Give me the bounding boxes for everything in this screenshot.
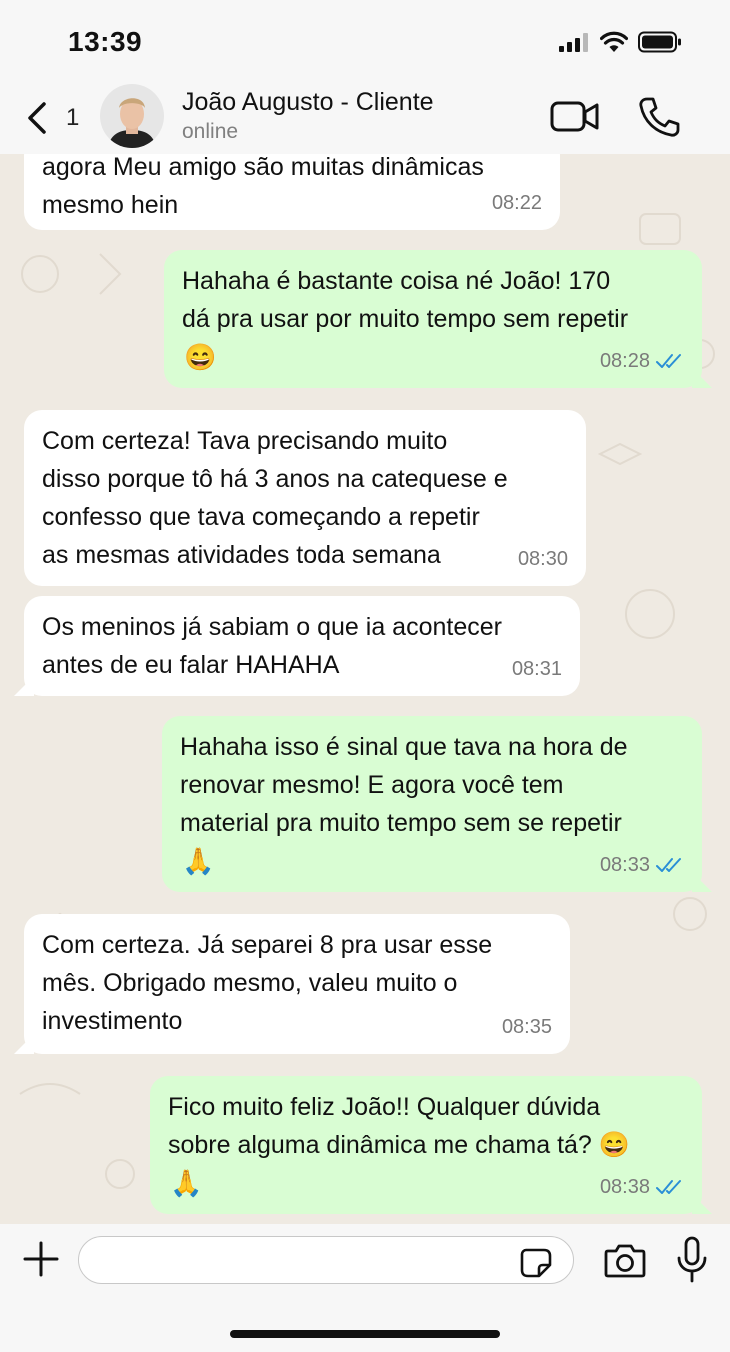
cellular-signal-icon bbox=[559, 33, 588, 52]
message-text: Hahaha é bastante coisa né João! 170 dá … bbox=[182, 267, 629, 333]
folded-hands-emoji: 🙏 bbox=[170, 1168, 203, 1198]
message-list[interactable]: agora Meu amigo são muitas dinâmicas mes… bbox=[0, 154, 730, 1224]
status-icons bbox=[558, 30, 682, 54]
bubble-tail bbox=[14, 1034, 34, 1054]
status-bar: 13:39 bbox=[0, 0, 730, 80]
message-time: 08:30 bbox=[517, 548, 568, 570]
bubble-tail bbox=[692, 1194, 712, 1214]
message-text: agora Meu amigo são muitas dinâmicas mes… bbox=[42, 154, 484, 219]
contact-name[interactable]: João Augusto - Cliente bbox=[182, 88, 434, 117]
chat-header: 1 João Augusto - Cliente online bbox=[0, 80, 730, 155]
message-bubble-outgoing[interactable]: Fico muito feliz João!! Qualquer dúvida … bbox=[150, 1076, 712, 1214]
message-meta: 08:22 bbox=[492, 184, 542, 222]
video-call-icon[interactable] bbox=[550, 100, 600, 134]
message-meta: 08:30 bbox=[518, 540, 568, 578]
status-time: 13:39 bbox=[68, 26, 143, 57]
message-time: 08:31 bbox=[511, 658, 562, 680]
grinning-emoji: 😄 bbox=[184, 342, 217, 372]
home-indicator bbox=[230, 1330, 500, 1338]
message-meta: 08:31 bbox=[512, 650, 562, 688]
wifi-icon bbox=[600, 31, 628, 52]
message-bubble-incoming[interactable]: agora Meu amigo são muitas dinâmicas mes… bbox=[24, 154, 560, 230]
message-time: 08:35 bbox=[501, 1016, 552, 1038]
read-double-check-icon bbox=[656, 858, 681, 872]
bubble-tail bbox=[692, 872, 712, 892]
read-double-check-icon bbox=[656, 1180, 681, 1194]
message-time: 08:28 bbox=[599, 350, 650, 372]
message-meta: 08:28 bbox=[600, 342, 684, 380]
message-text: Os meninos já sabiam o que ia acontecer … bbox=[42, 613, 502, 679]
folded-hands-emoji: 🙏 bbox=[182, 846, 215, 876]
battery-icon bbox=[638, 31, 681, 53]
message-bubble-outgoing[interactable]: Hahaha isso é sinal que tava na hora de … bbox=[162, 716, 712, 892]
message-text: Hahaha isso é sinal que tava na hora de … bbox=[180, 733, 628, 837]
unread-count[interactable]: 1 bbox=[66, 104, 79, 132]
message-bubble-incoming[interactable]: Com certeza. Já separei 8 pra usar esse … bbox=[14, 914, 570, 1054]
back-chevron-icon[interactable] bbox=[22, 98, 56, 138]
message-bubble-incoming[interactable]: Com certeza! Tava precisando muito disso… bbox=[24, 410, 586, 586]
message-bubble-outgoing[interactable]: Hahaha é bastante coisa né João! 170 dá … bbox=[164, 250, 712, 388]
camera-icon[interactable] bbox=[604, 1242, 646, 1278]
bubble-tail bbox=[14, 676, 34, 696]
message-text: Fico muito feliz João!! Qualquer dúvida … bbox=[168, 1093, 630, 1159]
message-text: Com certeza. Já separei 8 pra usar esse … bbox=[42, 931, 493, 1035]
microphone-icon[interactable] bbox=[676, 1236, 708, 1284]
composer-bar bbox=[0, 1224, 730, 1352]
message-time: 08:22 bbox=[491, 192, 542, 214]
bubble-tail bbox=[692, 368, 712, 388]
sticker-icon[interactable] bbox=[520, 1248, 552, 1278]
message-time: 08:33 bbox=[599, 854, 650, 876]
message-meta: 08:38 bbox=[600, 1168, 684, 1206]
contact-avatar[interactable] bbox=[100, 84, 164, 148]
read-double-check-icon bbox=[656, 354, 681, 368]
message-input[interactable] bbox=[78, 1236, 574, 1284]
plus-icon[interactable] bbox=[22, 1240, 60, 1278]
message-time: 08:38 bbox=[599, 1176, 650, 1198]
contact-status: online bbox=[182, 120, 239, 143]
message-text: Com certeza! Tava precisando muito disso… bbox=[42, 427, 508, 569]
message-meta: 08:33 bbox=[600, 846, 684, 884]
phone-call-icon[interactable] bbox=[638, 96, 680, 138]
message-bubble-incoming[interactable]: Os meninos já sabiam o que ia acontecer … bbox=[14, 596, 580, 696]
message-meta: 08:35 bbox=[502, 1008, 552, 1046]
